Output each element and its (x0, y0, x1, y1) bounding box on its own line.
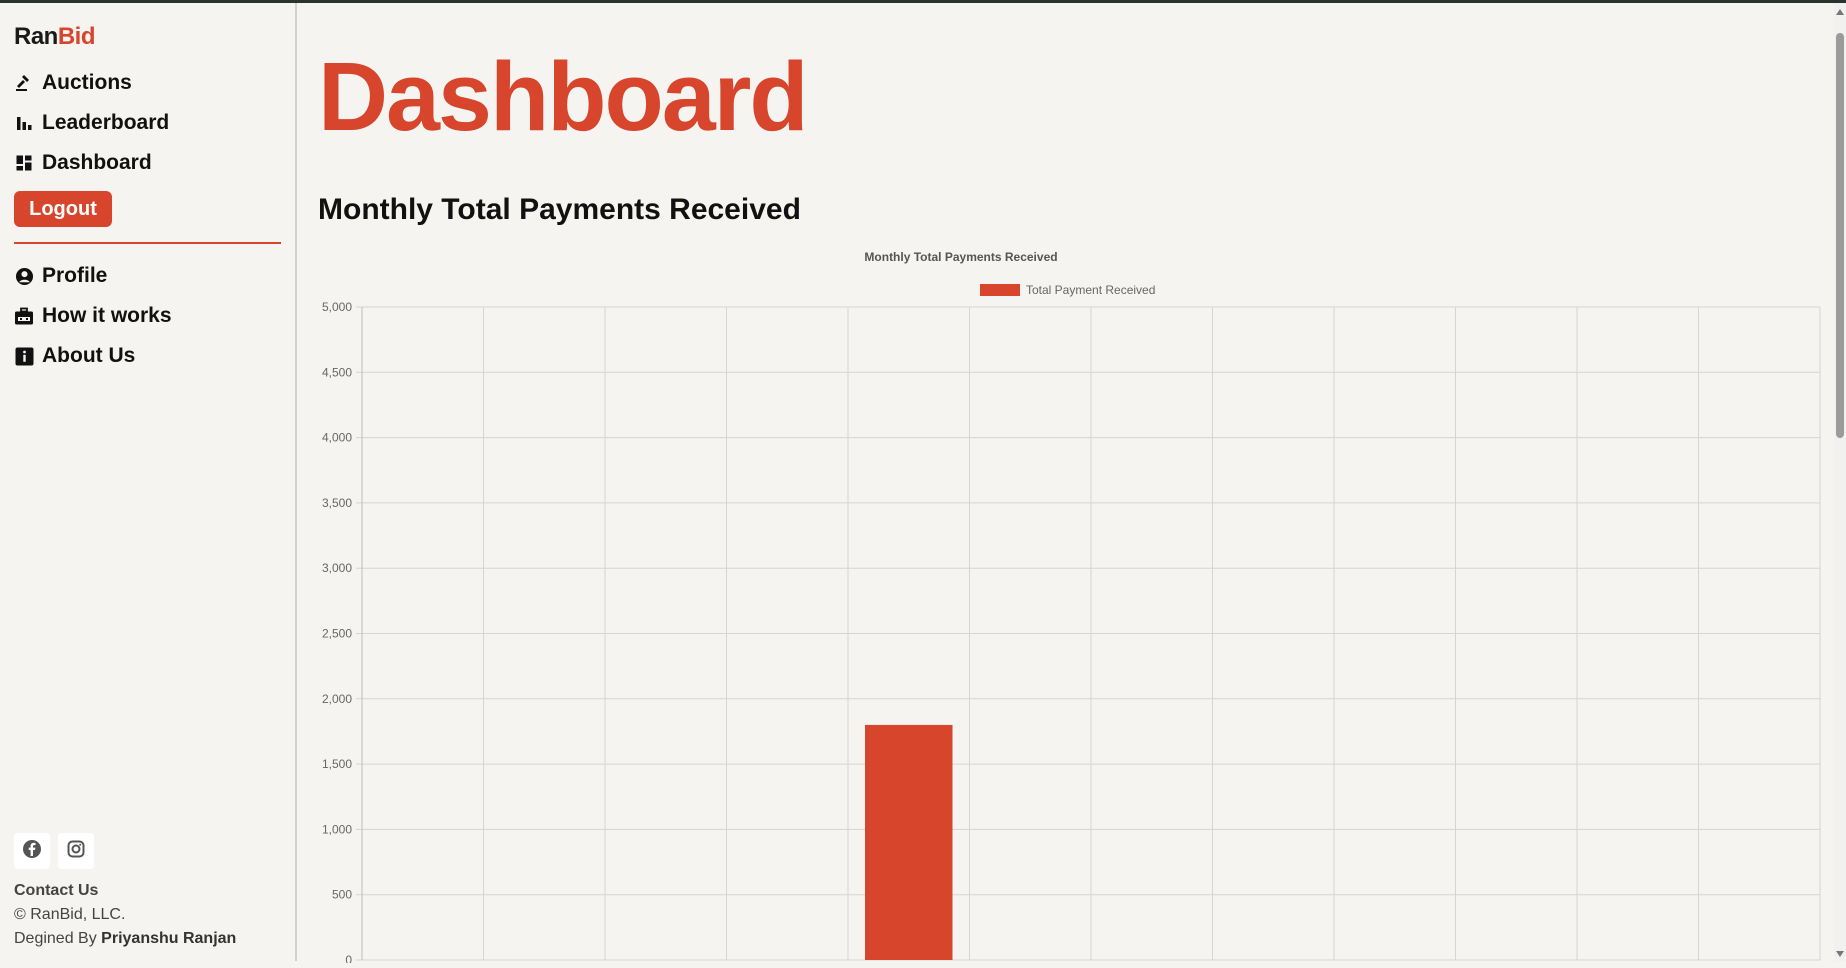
nav-item-about-us[interactable]: About Us (14, 336, 284, 376)
legend-swatch (980, 284, 1020, 296)
y-tick-label: 4,500 (322, 365, 352, 379)
nav-item-dashboard[interactable]: Dashboard (14, 143, 284, 183)
y-tick-label: 3,500 (322, 496, 352, 510)
main-content: Dashboard Monthly Total Payments Receive… (318, 3, 1828, 967)
y-tick-label: 2,000 (322, 692, 352, 706)
nav-item-profile[interactable]: Profile (14, 256, 284, 296)
brand-part-bid: Bid (57, 23, 96, 50)
nav-label-profile: Profile (42, 264, 108, 287)
y-tick-label: 1,500 (322, 757, 352, 771)
info-icon (14, 346, 34, 366)
nav-label-how-it-works: How it works (42, 304, 172, 327)
y-tick-label: 1,000 (322, 822, 352, 836)
chart-title: Monthly Total Payments Received (864, 250, 1057, 264)
nav-label-about-us: About Us (42, 344, 136, 367)
y-tick-label: 5,000 (322, 300, 352, 314)
scroll-down-arrow-icon[interactable] (1836, 951, 1844, 957)
designer-credit: Degined By Priyanshu Ranjan (14, 927, 236, 951)
instagram-icon (67, 840, 85, 863)
briefcase-icon (14, 306, 34, 326)
legend-label: Total Payment Received (1026, 283, 1155, 297)
y-tick-label: 500 (332, 888, 352, 902)
nav-label-leaderboard: Leaderboard (42, 111, 170, 134)
y-tick-label: 4,000 (322, 431, 352, 445)
chart-bar (865, 724, 953, 960)
nav-item-how-it-works[interactable]: How it works (14, 296, 284, 336)
page-scrollbar[interactable] (1834, 3, 1846, 961)
user-circle-icon (14, 266, 34, 286)
scrollbar-thumb[interactable] (1836, 33, 1844, 438)
primary-nav: Auctions Leaderboard Dashboard (14, 63, 284, 183)
sidebar-divider (14, 242, 281, 244)
scroll-up-arrow-icon[interactable] (1836, 9, 1844, 15)
brand-part-ran: Ran (14, 23, 58, 50)
y-tick-label: 2,500 (322, 627, 352, 641)
facebook-button[interactable] (14, 833, 50, 869)
y-tick-label: 0 (345, 953, 352, 963)
nav-label-auctions: Auctions (42, 71, 132, 94)
gavel-icon (14, 73, 34, 93)
designer-name: Priyanshu Ranjan (101, 930, 237, 947)
nav-item-auctions[interactable]: Auctions (14, 63, 284, 103)
section-title: Monthly Total Payments Received (318, 193, 801, 226)
y-tick-label: 3,000 (322, 561, 352, 575)
contact-us-link[interactable]: Contact Us (14, 879, 236, 903)
social-links (14, 833, 94, 869)
sidebar-footer: Contact Us © RanBid, LLC. Degined By Pri… (14, 879, 236, 951)
facebook-icon (22, 839, 42, 864)
page-title: Dashboard (318, 42, 809, 151)
logout-button[interactable]: Logout (14, 191, 112, 227)
nav-label-dashboard: Dashboard (42, 151, 152, 174)
secondary-nav: Profile How it works About Us (14, 256, 284, 376)
designed-by-label: Degined By (14, 930, 97, 947)
bar-chart-icon (14, 113, 34, 133)
payments-chart: Monthly Total Payments Received Total Pay… (318, 243, 1828, 967)
brand-logo[interactable]: RanBid (14, 23, 96, 51)
nav-item-leaderboard[interactable]: Leaderboard (14, 103, 284, 143)
sidebar: RanBid Auctions Leaderboard Dashboard Lo… (0, 3, 297, 961)
copyright-text: © RanBid, LLC. (14, 906, 126, 923)
instagram-button[interactable] (58, 833, 94, 869)
dashboard-icon (14, 153, 34, 173)
chart-svg: Monthly Total Payments Received Total Pay… (322, 250, 1821, 967)
